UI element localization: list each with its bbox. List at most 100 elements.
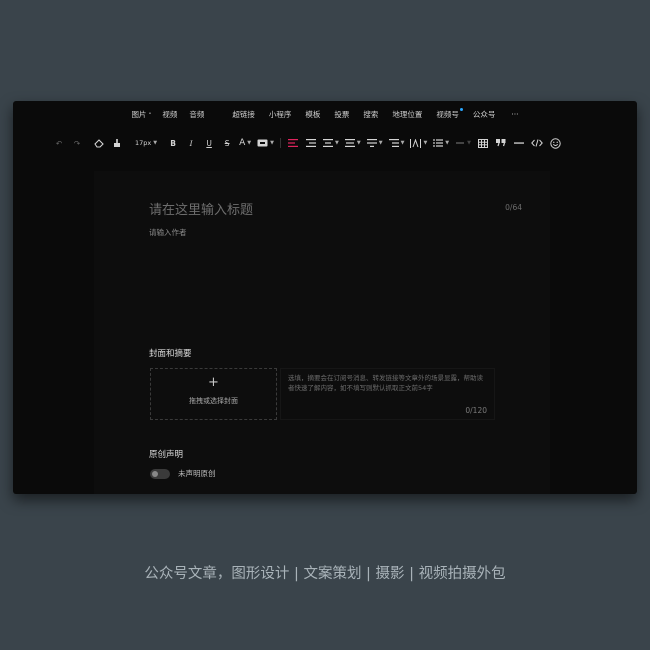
chevron-down-icon: ▼ — [445, 140, 450, 146]
cover-upload[interactable]: + 拖拽或选择封面 — [150, 368, 277, 420]
toggle-knob — [152, 470, 158, 477]
insert-vote-button[interactable]: 投票 — [334, 109, 349, 120]
summary-input[interactable]: 选填，摘要会在订阅号消息、转发链接等文章外的场景显露，帮助读者快速了解内容，如不… — [280, 368, 495, 420]
align-left-button[interactable] — [287, 135, 299, 151]
indent-button[interactable] — [305, 135, 317, 151]
title-input[interactable]: 请在这里输入标题 — [149, 199, 253, 218]
redo-button[interactable]: ↷ — [71, 135, 83, 151]
emoji-button[interactable] — [549, 135, 561, 151]
emoji-icon — [549, 137, 561, 149]
chevron-down-icon: ▼ — [400, 140, 405, 146]
editor-window: 图片 • 视频 音频 超链接 小程序 模板 投票 搜索 地理位置 视频号 公众号… — [13, 101, 637, 494]
insert-location-button[interactable]: 地理位置 — [392, 109, 422, 120]
insert-audio-button[interactable]: 音频 — [189, 109, 204, 120]
align-left-icon — [288, 139, 298, 147]
chevron-down-icon: ▼ — [378, 140, 383, 146]
insert-account-button[interactable]: 公众号 — [473, 109, 496, 120]
indent-icon — [306, 139, 316, 147]
insert-template-button[interactable]: 模板 — [305, 109, 320, 120]
chevron-down-icon: ▼ — [423, 140, 428, 146]
insert-link-button[interactable]: 超链接 — [232, 109, 255, 120]
chevron-down-icon: ▼ — [335, 140, 339, 146]
original-toggle-label: 未声明原创 — [178, 469, 216, 478]
insert-link-label: 超链接 — [232, 109, 255, 119]
summary-placeholder: 选填，摘要会在订阅号消息、转发链接等文章外的场景显露，帮助读者快速了解内容，如不… — [288, 374, 483, 392]
original-section-title: 原创声明 — [149, 450, 184, 460]
list-indent-button[interactable]: ▼ — [388, 135, 405, 151]
insert-image-label: 图片 — [131, 109, 147, 119]
table-icon — [478, 138, 489, 148]
more-button[interactable]: ··· — [511, 110, 518, 119]
insert-channels-button[interactable]: 视频号 — [436, 107, 463, 120]
insert-toolbar: 图片 • 视频 音频 超链接 小程序 模板 投票 搜索 地理位置 视频号 公众号… — [13, 101, 637, 127]
underline-button[interactable]: U — [203, 135, 215, 151]
author-input[interactable]: 请输入作者 — [149, 227, 187, 238]
italic-button[interactable]: I — [185, 135, 197, 151]
insert-vote-label: 投票 — [334, 109, 350, 119]
eraser-icon — [94, 139, 104, 148]
plus-icon: + — [208, 375, 219, 390]
chevron-down-icon: ▼ — [467, 140, 472, 146]
insert-image-button[interactable]: 图片 • — [131, 109, 151, 120]
line-height-button[interactable]: ▼ — [344, 135, 361, 151]
insert-account-label: 公众号 — [472, 109, 496, 119]
disabled-tool-icon — [456, 142, 465, 144]
format-toolbar: ↶ ↷ 17px ▼ B I U S A ▼ ▼ ▼ ▼ ▼ ▼ ▼ ▼ ▼ — [13, 131, 637, 155]
undo-button[interactable]: ↶ — [53, 135, 65, 151]
cover-section-title: 封面和摘要 — [149, 349, 192, 359]
code-button[interactable] — [531, 135, 543, 151]
quote-button[interactable] — [495, 135, 507, 151]
bold-button[interactable]: B — [167, 135, 179, 151]
chevron-down-icon: ▼ — [247, 140, 252, 146]
new-badge — [459, 107, 463, 111]
highlight-icon — [257, 139, 268, 147]
insert-channels-label: 视频号 — [436, 109, 459, 119]
letter-spacing-icon — [410, 138, 422, 148]
title-char-count: 0/64 — [505, 203, 522, 212]
redo-icon: ↷ — [73, 138, 81, 148]
format-painter-icon — [114, 139, 120, 147]
align-center-icon — [323, 139, 333, 147]
divider-line-button[interactable] — [513, 135, 525, 151]
eraser-button[interactable] — [93, 135, 105, 151]
footer-caption: 公众号文章，图形设计 | 文案策划 | 摄影 | 视频拍摄外包 — [144, 566, 506, 582]
original-toggle-row: 未声明原创 — [150, 468, 216, 479]
chevron-down-icon: ▼ — [153, 140, 158, 146]
disabled-tool-button[interactable]: ▼ — [455, 135, 471, 151]
insert-audio-label: 音频 — [189, 109, 205, 119]
background-color-button[interactable]: ▼ — [257, 135, 274, 151]
table-button[interactable] — [477, 135, 489, 151]
line-height-icon — [344, 139, 355, 147]
more-icon: ··· — [511, 109, 519, 119]
editor-area: 请在这里输入标题 0/64 请输入作者 封面和摘要 + 拖拽或选择封面 选填，摘… — [94, 171, 550, 494]
font-size-value: 17px — [135, 139, 152, 147]
bullet-list-button[interactable]: ▼ — [433, 135, 449, 151]
paragraph-spacing-icon — [366, 139, 377, 147]
cover-upload-label: 拖拽或选择封面 — [189, 397, 238, 405]
insert-search-button[interactable]: 搜索 — [363, 109, 378, 120]
strikethrough-button[interactable]: S — [221, 135, 233, 151]
chevron-down-icon: • — [148, 111, 152, 117]
summary-char-count: 0/120 — [465, 406, 487, 415]
insert-template-label: 模板 — [305, 109, 321, 119]
undo-icon: ↶ — [55, 138, 63, 148]
font-color-icon: A — [239, 138, 246, 148]
bold-icon: B — [170, 138, 176, 148]
align-center-button[interactable]: ▼ — [323, 135, 339, 151]
insert-miniprogram-label: 小程序 — [268, 109, 292, 119]
code-icon — [531, 139, 543, 147]
underline-icon: U — [206, 138, 212, 148]
insert-search-label: 搜索 — [363, 109, 379, 119]
font-color-button[interactable]: A ▼ — [239, 135, 251, 151]
letter-spacing-button[interactable]: ▼ — [410, 135, 427, 151]
quote-icon — [496, 139, 506, 147]
insert-video-button[interactable]: 视频 — [162, 109, 177, 120]
original-toggle[interactable] — [150, 468, 170, 479]
paragraph-spacing-button[interactable]: ▼ — [366, 135, 383, 151]
insert-location-label: 地理位置 — [392, 109, 423, 119]
insert-miniprogram-button[interactable]: 小程序 — [269, 109, 292, 120]
horizontal-rule-icon — [514, 142, 525, 144]
font-size-select[interactable]: 17px ▼ — [135, 135, 157, 151]
format-painter-button[interactable] — [111, 135, 123, 151]
italic-icon: I — [189, 138, 193, 148]
